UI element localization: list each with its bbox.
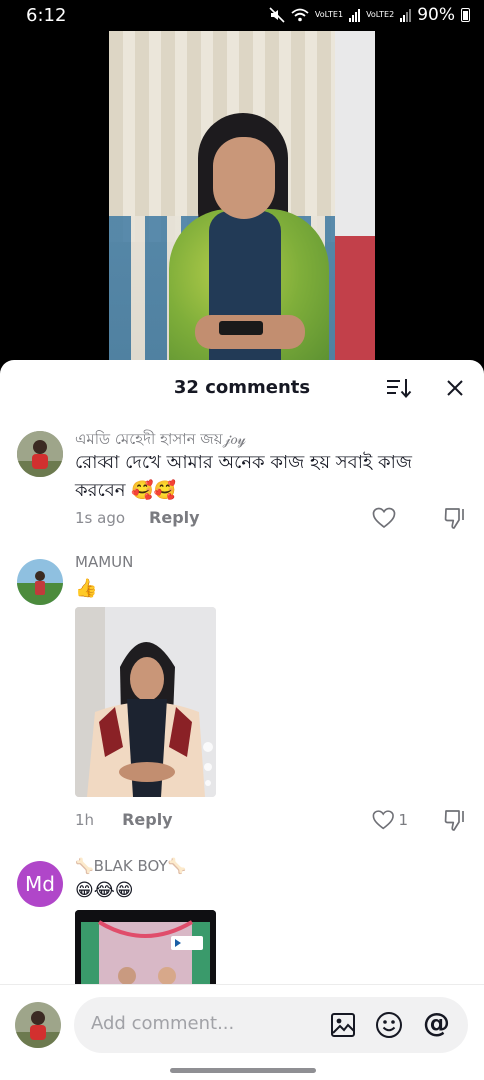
close-icon[interactable] [443,376,467,400]
avatar[interactable]: Md [17,861,63,907]
comment-input-placeholder: Add comment... [91,1013,235,1034]
comment-input[interactable]: Add comment... @ [74,997,468,1053]
battery-percent: 90% [417,5,455,25]
image-icon[interactable] [329,1011,357,1039]
avatar[interactable] [17,559,63,605]
emoji-icon[interactable] [375,1011,403,1039]
heart-icon [372,507,396,529]
comment-text: 👍 [75,578,98,599]
comments-sheet: 32 comments এমডি মেহেদী হাসান জয়𝒿𝑜𝓎 রোব… [0,360,484,1080]
comment-meta: 1h Reply [75,810,173,829]
mute-icon [269,7,285,23]
reply-button[interactable]: Reply [149,508,200,527]
like-button[interactable]: 1 [372,807,408,833]
my-avatar [15,1002,61,1048]
phone-in-hand [219,321,263,335]
comment-text: রোব্বা দেখে আমার অনেক কাজ হয় সবাই কাজ ক… [75,452,412,501]
dislike-icon[interactable] [443,807,469,833]
video-background-bedding [335,235,375,361]
at-icon[interactable]: @ [423,1009,451,1039]
signal-icon [349,8,361,22]
avatar[interactable] [17,431,63,477]
comment-image[interactable] [75,607,216,797]
status-time: 6:12 [26,5,67,26]
person-face [213,137,275,219]
avatar-initials: Md [25,872,55,896]
like-button[interactable] [372,505,408,531]
sim1-label: VoLTE1 [314,10,344,19]
comment-item: Md 🦴BLAK BOY🦴 😁😂😁 [0,857,484,987]
sort-icon[interactable] [384,376,412,400]
video-preview[interactable] [109,31,375,361]
wifi-icon [291,8,309,22]
comment-image[interactable] [75,910,216,987]
reply-button[interactable]: Reply [122,810,173,829]
home-indicator[interactable] [170,1068,316,1073]
like-count: 1 [398,811,408,829]
comment-composer: Add comment... @ [0,984,484,1080]
comment-item: MAMUN 👍 1h Reply 1 [0,553,484,843]
comment-username[interactable]: MAMUN [75,553,133,571]
comment-time: 1h [75,810,95,829]
comment-meta: 1s ago Reply [75,508,200,527]
comment-time: 1s ago [75,508,126,527]
comment-username[interactable]: 🦴BLAK BOY🦴 [75,857,186,875]
heart-icon [372,810,394,830]
sim2-label: VoLTE2 [366,10,395,19]
battery-icon [461,8,470,22]
signal-icon-2 [400,8,412,22]
status-bar: 6:12 VoLTE1 VoLTE2 90% [0,0,484,32]
sheet-header: 32 comments [0,360,484,416]
dislike-icon[interactable] [443,505,469,531]
comment-text: 😁😂😁 [75,880,134,901]
